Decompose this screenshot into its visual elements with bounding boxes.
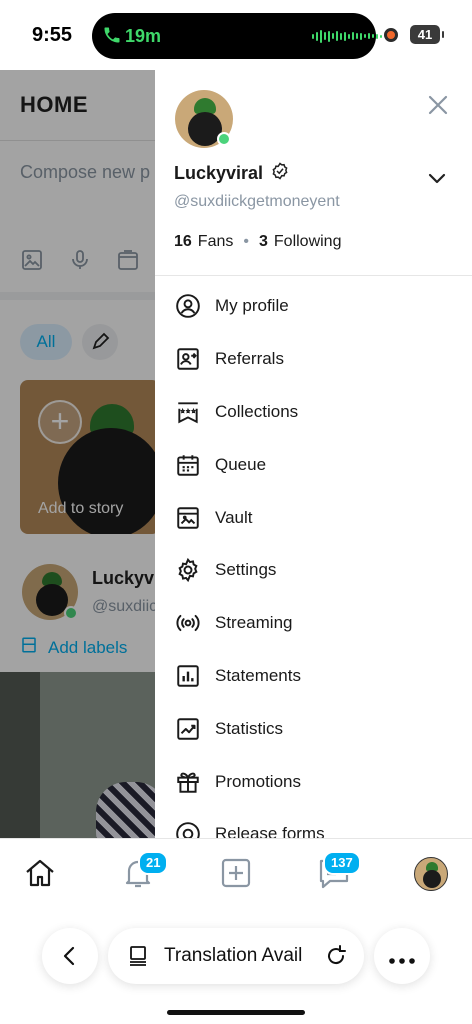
menu-item-streaming[interactable]: Streaming — [155, 597, 472, 650]
more-icon — [388, 952, 416, 970]
chevron-down-icon[interactable] — [425, 166, 449, 190]
follow-counts: 16 Fans • 3 Following — [174, 233, 341, 251]
menu-item-label: Statements — [215, 665, 301, 685]
chevron-left-icon — [58, 944, 82, 973]
vault-icon — [175, 505, 201, 531]
statements-icon — [175, 663, 201, 689]
menu-item-label: Collections — [215, 401, 299, 421]
menu-item-my-profile[interactable]: My profile — [155, 280, 472, 333]
profile-name-row[interactable]: Luckyviral — [174, 162, 289, 185]
drawer-menu: My profile Referrals Collections Queue V… — [155, 280, 472, 838]
call-duration: 19m — [125, 26, 162, 46]
fans-count[interactable]: 16 — [174, 233, 192, 251]
menu-item-label: Settings — [215, 560, 277, 580]
streaming-icon — [175, 610, 201, 636]
release-forms-icon — [175, 821, 201, 838]
battery-icon: 41 — [410, 25, 444, 44]
settings-icon — [175, 557, 201, 583]
menu-item-queue[interactable]: Queue — [155, 438, 472, 491]
user-handle: @suxdiickgetmoneyent — [174, 193, 340, 210]
fans-label[interactable]: Fans — [198, 233, 234, 251]
menu-item-collections[interactable]: Collections — [155, 386, 472, 439]
referrals-icon — [175, 346, 201, 372]
menu-item-label: My profile — [215, 296, 289, 316]
menu-item-label: Referrals — [215, 349, 284, 369]
following-count[interactable]: 3 — [259, 233, 268, 251]
verified-icon — [271, 162, 289, 185]
promotions-icon — [175, 769, 201, 795]
address-bar[interactable]: Translation Avail — [108, 928, 364, 984]
menu-item-label: Statistics — [215, 718, 284, 738]
notifications-badge: 21 — [138, 851, 169, 875]
reader-mode-icon[interactable] — [126, 944, 150, 973]
back-button[interactable] — [42, 928, 98, 984]
close-icon[interactable] — [423, 90, 453, 120]
menu-item-settings[interactable]: Settings — [155, 544, 472, 597]
menu-item-release-forms[interactable]: Release forms — [155, 808, 472, 838]
status-bar: 9:55 19m 41 — [0, 0, 472, 70]
bottom-tab-bar: 21 137 — [0, 838, 472, 908]
address-text: Translation Avail — [164, 945, 303, 966]
phone-icon — [102, 25, 122, 50]
menu-item-label: Release forms — [215, 824, 325, 838]
following-label[interactable]: Following — [274, 233, 342, 251]
dynamic-island-call[interactable]: 19m — [92, 13, 382, 59]
menu-item-vault[interactable]: Vault — [155, 491, 472, 544]
home-indicator — [167, 1010, 305, 1015]
menu-item-statements[interactable]: Statements — [155, 650, 472, 703]
divider — [155, 275, 472, 276]
display-name: Luckyviral — [174, 163, 264, 183]
collections-icon — [175, 399, 201, 425]
account-drawer: Luckyviral @suxdiickgetmoneyent 16 Fans … — [155, 70, 472, 838]
avatar[interactable] — [414, 857, 448, 891]
menu-item-statistics[interactable]: Statistics — [155, 702, 472, 755]
more-options-button[interactable] — [374, 928, 430, 984]
browser-toolbar: Translation Avail — [0, 908, 472, 1024]
status-time: 9:55 — [32, 24, 73, 46]
profile-icon — [175, 293, 201, 319]
recording-indicator-icon — [384, 28, 398, 42]
menu-item-promotions[interactable]: Promotions — [155, 755, 472, 808]
reload-icon[interactable] — [324, 944, 348, 973]
audio-waveform-icon — [312, 28, 382, 44]
online-indicator — [217, 132, 231, 146]
separator-dot: • — [243, 233, 249, 250]
add-post-icon[interactable] — [218, 855, 254, 891]
home-icon[interactable] — [22, 855, 58, 891]
menu-item-label: Queue — [215, 454, 267, 474]
menu-item-label: Promotions — [215, 771, 301, 791]
statistics-icon — [175, 716, 201, 742]
queue-icon — [175, 452, 201, 478]
menu-item-label: Streaming — [215, 613, 293, 633]
messages-badge: 137 — [323, 851, 361, 875]
menu-item-label: Vault — [215, 507, 253, 527]
menu-item-referrals[interactable]: Referrals — [155, 333, 472, 386]
